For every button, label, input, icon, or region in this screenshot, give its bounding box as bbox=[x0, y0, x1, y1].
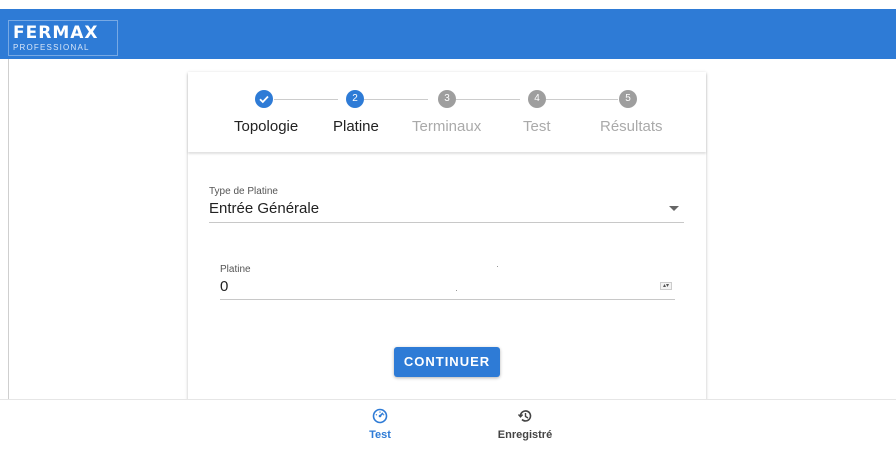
step-3-label: Terminaux bbox=[412, 118, 482, 135]
nav-test-label: Test bbox=[369, 429, 391, 441]
left-divider bbox=[8, 59, 9, 450]
step-connector bbox=[364, 99, 428, 100]
step-connector bbox=[274, 99, 338, 100]
step-4-circle[interactable]: 4 bbox=[528, 90, 546, 108]
chevron-down-icon[interactable] bbox=[669, 206, 679, 211]
logo-main-text: FERMAX bbox=[13, 23, 99, 43]
step-3-circle[interactable]: 3 bbox=[438, 90, 456, 108]
artifact-dot bbox=[456, 290, 457, 291]
top-strip bbox=[0, 0, 896, 9]
speedometer-icon bbox=[372, 408, 388, 424]
stepper: Topologie 2 Platine 3 Terminaux 4 Test 5… bbox=[188, 72, 706, 152]
select-underline bbox=[209, 222, 684, 223]
step-connector bbox=[456, 99, 520, 100]
nav-recorded-tab[interactable]: Enregistré bbox=[490, 408, 560, 441]
step-connector bbox=[546, 99, 618, 100]
step-1-circle[interactable] bbox=[255, 90, 273, 108]
step-2-label: Platine bbox=[333, 118, 379, 135]
history-icon bbox=[517, 410, 532, 422]
nav-test-tab[interactable]: Test bbox=[360, 408, 400, 441]
step-5-label: Résultats bbox=[600, 118, 663, 135]
input-underline bbox=[220, 299, 675, 300]
type-platine-value: Entrée Générale bbox=[209, 200, 320, 217]
step-4-label: Test bbox=[523, 118, 551, 135]
check-icon bbox=[259, 95, 269, 104]
artifact-dot bbox=[497, 266, 498, 267]
type-platine-select[interactable]: Type de Platine Entrée Générale bbox=[209, 186, 684, 223]
logo-sub-text: PROFESSIONAL bbox=[13, 43, 90, 52]
platine-input[interactable]: Platine 0 ▴▾ bbox=[220, 264, 675, 300]
bottom-navigation: Test Enregistré bbox=[0, 399, 896, 450]
step-2-circle[interactable]: 2 bbox=[346, 90, 364, 108]
step-5-circle[interactable]: 5 bbox=[619, 90, 637, 108]
type-platine-label: Type de Platine bbox=[209, 186, 278, 197]
step-1-label: Topologie bbox=[234, 118, 299, 135]
continue-button[interactable]: CONTINUER bbox=[394, 347, 500, 377]
number-spinner-icon[interactable]: ▴▾ bbox=[660, 282, 672, 290]
platine-value: 0 bbox=[220, 278, 229, 295]
nav-recorded-label: Enregistré bbox=[497, 429, 553, 441]
platine-label: Platine bbox=[220, 264, 251, 275]
fermax-logo[interactable]: FERMAX PROFESSIONAL bbox=[8, 20, 118, 56]
app-header: FERMAX PROFESSIONAL bbox=[0, 9, 896, 59]
